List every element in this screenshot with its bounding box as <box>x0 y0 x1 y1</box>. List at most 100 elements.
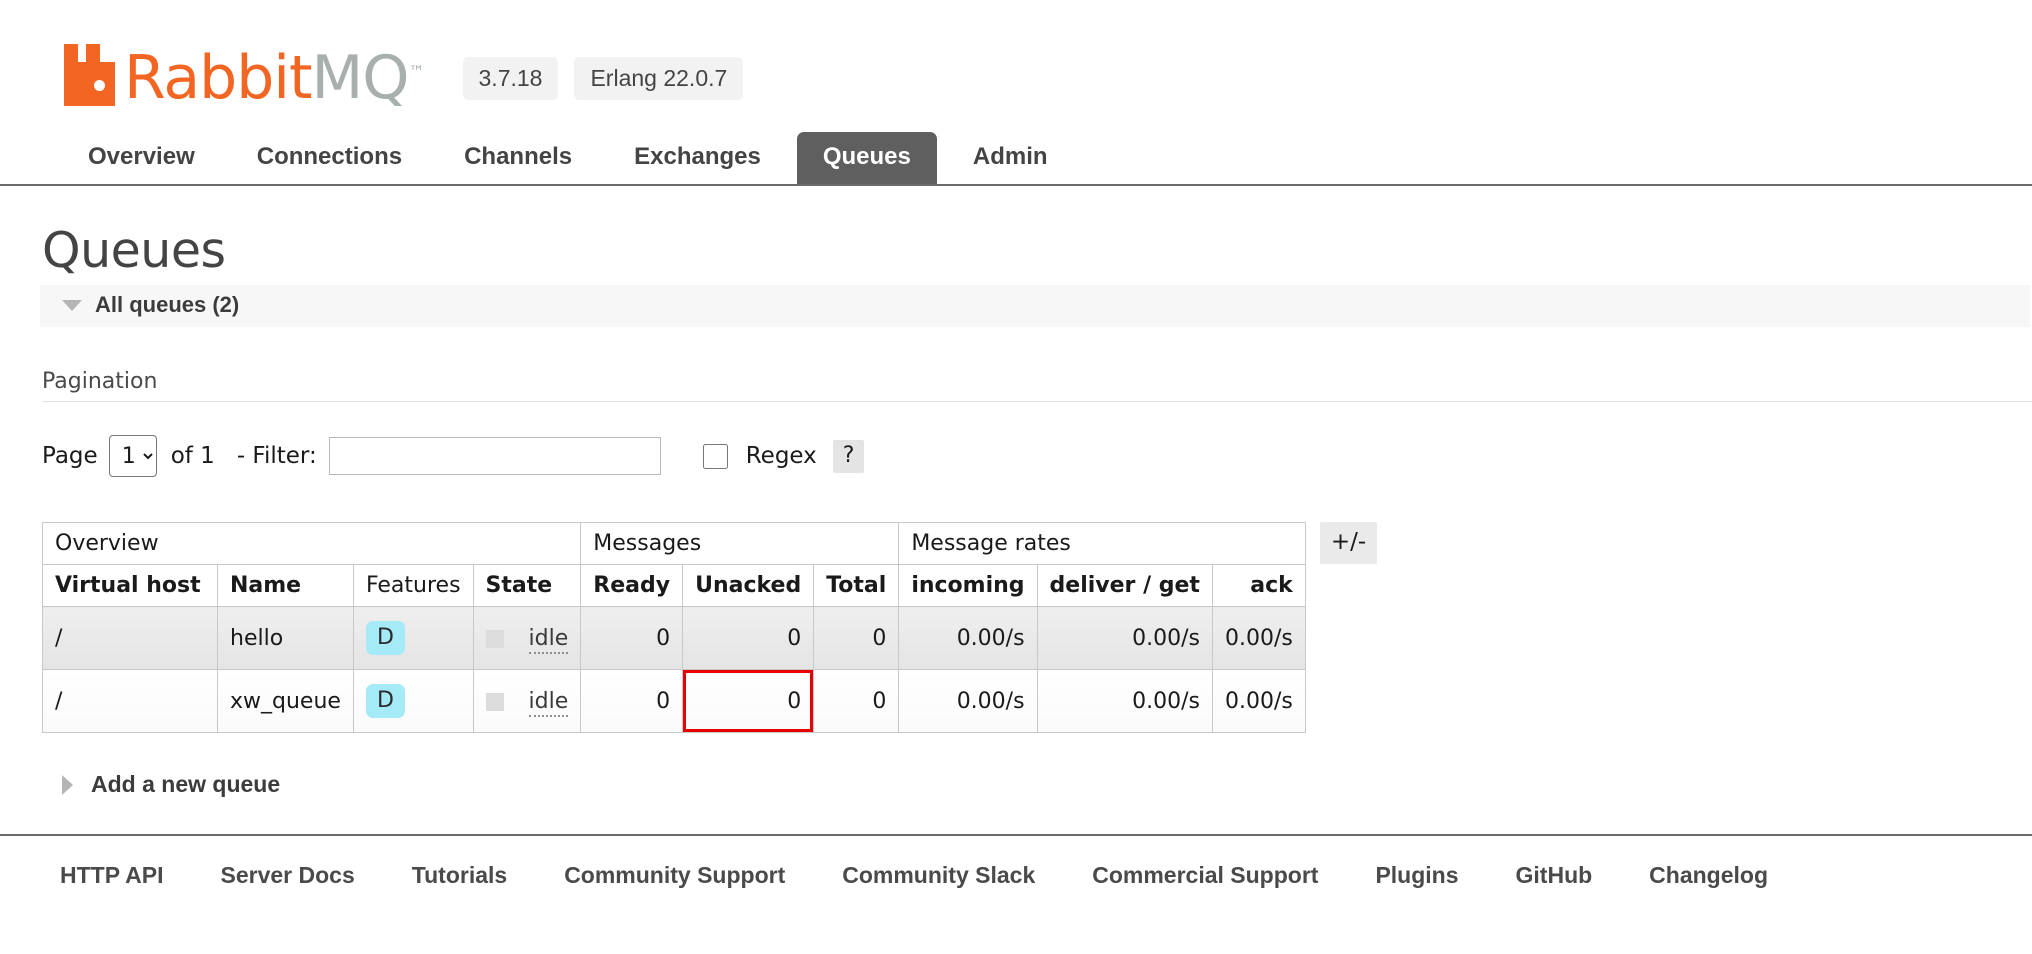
nav-link-channels[interactable]: Channels <box>438 132 598 184</box>
cell-queue-name[interactable]: hello <box>217 606 354 670</box>
footer-link-community-slack[interactable]: Community Slack <box>842 862 1035 888</box>
nav-link-queues[interactable]: Queues <box>796 132 937 184</box>
page-total-label: of 1 <box>170 443 215 469</box>
cell-virtual-host: / <box>42 606 218 670</box>
col-features: Features <box>352 564 474 607</box>
rabbit-logo-icon <box>62 44 120 106</box>
all-queues-label: All queues (2) <box>95 292 240 317</box>
table-row[interactable]: / xw_queue D idle 0 0 0 0.00/s 0.00/s 0.… <box>42 669 1306 733</box>
group-header-messages: Messages <box>580 522 900 565</box>
footer-link-community-support[interactable]: Community Support <box>564 862 785 888</box>
footer-item-changelog[interactable]: Changelog <box>1649 862 1768 889</box>
nav-tab-list: Overview Connections Channels Exchanges … <box>62 122 2032 184</box>
footer-link-github[interactable]: GitHub <box>1516 862 1593 888</box>
cell-state: idle <box>472 606 582 670</box>
cell-total: 0 <box>813 669 900 733</box>
rabbitmq-version-badge: 3.7.18 <box>462 56 559 100</box>
footer-item-server-docs[interactable]: Server Docs <box>221 862 355 889</box>
main-navigation: Overview Connections Channels Exchanges … <box>0 122 2032 186</box>
rabbitmq-logo[interactable]: RabbitMQ™ <box>62 34 425 108</box>
cell-unacked-highlighted: 0 <box>682 669 815 733</box>
footer-item-community-support[interactable]: Community Support <box>564 862 785 889</box>
state-indicator-icon <box>485 629 504 648</box>
filter-input[interactable] <box>328 437 661 475</box>
col-state[interactable]: State <box>472 564 582 607</box>
table-row[interactable]: / hello D idle 0 0 0 0.00/s 0.00/s 0.00/… <box>42 606 1306 670</box>
group-header-overview: Overview <box>41 522 582 565</box>
nav-link-connections[interactable]: Connections <box>231 132 428 184</box>
queues-table-head: Overview Messages Message rates Virtual … <box>41 522 1306 607</box>
queues-table: Overview Messages Message rates Virtual … <box>41 522 1306 733</box>
regex-checkbox[interactable] <box>702 443 728 469</box>
cell-ack: 0.00/s <box>1211 606 1306 670</box>
cell-deliver-get: 0.00/s <box>1036 669 1213 733</box>
col-unacked[interactable]: Unacked <box>682 564 815 607</box>
footer-item-plugins[interactable]: Plugins <box>1375 862 1458 889</box>
page-select[interactable]: 1 <box>108 435 157 477</box>
chevron-down-icon[interactable] <box>62 299 82 311</box>
footer-item-github[interactable]: GitHub <box>1516 862 1593 889</box>
nav-tab-channels[interactable]: Channels <box>438 132 598 184</box>
col-ready[interactable]: Ready <box>580 564 684 607</box>
page-title: Queues <box>42 222 226 279</box>
add-new-queue-section[interactable]: Add a new queue <box>42 771 1990 798</box>
durable-badge: D <box>365 684 405 718</box>
group-header-row: Overview Messages Message rates <box>41 522 1306 565</box>
footer-item-community-slack[interactable]: Community Slack <box>842 862 1035 889</box>
pagination-controls: Page 1 of 1 - Filter: Regex ? <box>42 435 1990 477</box>
queues-table-zone: Overview Messages Message rates Virtual … <box>41 522 1990 733</box>
footer-link-http-api[interactable]: HTTP API <box>60 862 164 888</box>
col-incoming[interactable]: incoming <box>898 564 1038 607</box>
cell-features: D <box>352 669 474 733</box>
col-total[interactable]: Total <box>813 564 900 607</box>
logo-text-mq: MQ <box>311 43 410 113</box>
footer-item-http-api[interactable]: HTTP API <box>60 862 164 889</box>
nav-link-admin[interactable]: Admin <box>947 132 1074 184</box>
cell-features: D <box>352 606 474 670</box>
regex-help-icon[interactable]: ? <box>832 439 865 473</box>
cell-deliver-get: 0.00/s <box>1036 606 1213 670</box>
page-label: Page <box>42 443 98 469</box>
page-footer: HTTP API Server Docs Tutorials Community… <box>0 834 2032 889</box>
app-header: RabbitMQ™ 3.7.18 Erlang 22.0.7 <box>0 0 2032 122</box>
chevron-right-icon[interactable] <box>62 774 73 795</box>
erlang-version-badge: Erlang 22.0.7 <box>574 56 744 100</box>
nav-tab-connections[interactable]: Connections <box>231 132 428 184</box>
column-header-row: Virtual host Name Features State Ready U… <box>42 564 1306 607</box>
main-content: Queues All queues (2) Pagination Page 1 … <box>0 222 2032 798</box>
regex-control: Regex ? <box>702 439 865 473</box>
nav-link-overview[interactable]: Overview <box>62 132 221 184</box>
footer-item-commercial-support[interactable]: Commercial Support <box>1092 862 1318 889</box>
cell-ack: 0.00/s <box>1211 669 1306 733</box>
nav-tab-overview[interactable]: Overview <box>62 132 221 184</box>
footer-item-tutorials[interactable]: Tutorials <box>412 862 507 889</box>
version-badges: 3.7.18 Erlang 22.0.7 <box>462 56 744 100</box>
logo-wordmark: RabbitMQ™ <box>124 42 425 108</box>
cell-queue-name[interactable]: xw_queue <box>217 669 354 733</box>
footer-link-plugins[interactable]: Plugins <box>1375 862 1458 888</box>
nav-divider <box>0 184 2032 186</box>
nav-tab-exchanges[interactable]: Exchanges <box>608 132 787 184</box>
col-virtual-host[interactable]: Virtual host <box>42 564 218 607</box>
logo-text-rabbit: Rabbit <box>124 43 313 113</box>
state-label: idle <box>528 625 569 654</box>
filter-label: - Filter: <box>236 443 317 469</box>
all-queues-section-header[interactable]: All queues (2) <box>40 285 2030 327</box>
nav-tab-queues[interactable]: Queues <box>796 132 937 184</box>
pagination-label: Pagination <box>42 369 2032 402</box>
footer-link-tutorials[interactable]: Tutorials <box>412 862 507 888</box>
col-deliver-get[interactable]: deliver / get <box>1036 564 1213 607</box>
footer-link-list: HTTP API Server Docs Tutorials Community… <box>60 862 2032 889</box>
col-ack[interactable]: ack <box>1211 564 1306 607</box>
col-name[interactable]: Name <box>217 564 354 607</box>
logo-trademark: ™ <box>408 62 425 81</box>
toggle-columns-button[interactable]: +/- <box>1319 522 1378 564</box>
cell-incoming: 0.00/s <box>898 669 1038 733</box>
nav-tab-admin[interactable]: Admin <box>947 132 1074 184</box>
footer-link-commercial-support[interactable]: Commercial Support <box>1092 862 1318 888</box>
footer-link-server-docs[interactable]: Server Docs <box>221 862 355 888</box>
cell-virtual-host: / <box>42 669 218 733</box>
footer-link-changelog[interactable]: Changelog <box>1649 862 1768 888</box>
cell-incoming: 0.00/s <box>898 606 1038 670</box>
nav-link-exchanges[interactable]: Exchanges <box>608 132 787 184</box>
